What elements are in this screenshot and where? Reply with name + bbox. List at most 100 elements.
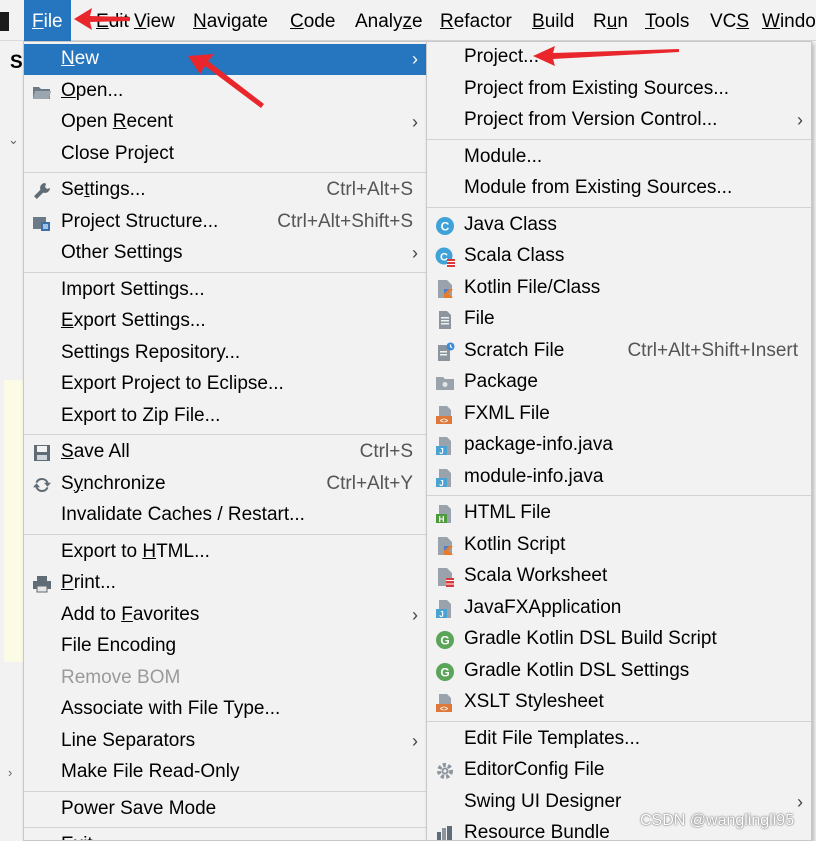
new_submenu-item-html-file[interactable]: H HTML File [427, 498, 811, 529]
menu-item-label: Project... [464, 46, 539, 67]
new_submenu-item-scala-class[interactable]: C Scala Class [427, 241, 811, 272]
menu-file[interactable]: File [24, 0, 71, 41]
menu-item-label: Kotlin Script [464, 533, 566, 555]
menu-item-label: Add to Favorites [61, 603, 200, 625]
file_menu-item-save-all[interactable]: Save All Ctrl+S [24, 437, 426, 468]
menu-item-label: Print... [61, 572, 116, 593]
menu-view[interactable]: View [126, 0, 183, 41]
chevron-right-icon: › [412, 112, 418, 132]
new_submenu-item-package[interactable]: Package [427, 367, 811, 398]
editor-highlight-strip [4, 380, 24, 662]
tool-window-title: S [10, 52, 23, 73]
menu-code[interactable]: Code [282, 0, 343, 41]
shortcut-label: Ctrl+S [359, 441, 413, 462]
file_menu-item-open[interactable]: Open... [24, 76, 426, 107]
menu-item-label: Scala Worksheet [464, 565, 608, 586]
new_submenu-item-module-from-existing-sources[interactable]: Module from Existing Sources... [427, 173, 811, 204]
menu-item-label: Edit File Templates... [464, 727, 641, 749]
menu-item-label: Close Project [61, 142, 174, 164]
svg-text:C: C [441, 219, 450, 233]
file_menu-item-exit[interactable]: Exit [24, 830, 426, 840]
menu-analyze[interactable]: Analyze [347, 0, 431, 41]
gradle-icon: G [435, 662, 455, 682]
file_menu-item-close-project[interactable]: Close Project [24, 139, 426, 170]
new_submenu-item-fxml-file[interactable]: <> FXML File [427, 399, 811, 430]
svg-text:<>: <> [440, 418, 448, 425]
menu-window[interactable]: Window [754, 0, 816, 41]
menu-refactor[interactable]: Refactor [432, 0, 520, 41]
new_submenu-item-file[interactable]: File [427, 304, 811, 335]
menu-item-label: Synchronize [61, 472, 166, 494]
menu-item-label: Module from Existing Sources... [464, 177, 733, 198]
gradle-icon: G [435, 630, 455, 650]
file_menu-item-new[interactable]: New › [24, 44, 426, 75]
resource-bundle-icon [435, 824, 455, 840]
file_menu-item-file-encoding[interactable]: File Encoding [24, 631, 426, 662]
menu-navigate[interactable]: Navigate [185, 0, 276, 41]
file_menu-item-export-settings[interactable]: Export Settings... [24, 306, 426, 337]
java-file-icon: J [435, 468, 455, 488]
menu-run[interactable]: Run [585, 0, 636, 41]
new_submenu-item-java-class[interactable]: C Java Class [427, 210, 811, 241]
file_menu-item-export-to-zip-file[interactable]: Export to Zip File... [24, 401, 426, 432]
file_menu-item-associate-with-file-type[interactable]: Associate with File Type... [24, 694, 426, 725]
chevron-right-icon: › [412, 243, 418, 263]
menu-vcs[interactable]: VCS [702, 0, 757, 41]
menu-item-label: Scratch File [464, 339, 565, 361]
new_submenu-item-module[interactable]: Module... [427, 142, 811, 173]
menu-item-label: Other Settings [61, 242, 183, 263]
file_menu-item-line-separators[interactable]: Line Separators › [24, 726, 426, 757]
scala-class-icon: C [435, 247, 455, 267]
project-structure-icon [32, 213, 52, 233]
new_submenu-item-project[interactable]: Project... [427, 42, 811, 73]
menu-tools[interactable]: Tools [637, 0, 697, 41]
java-file-icon: J [435, 599, 455, 619]
menu-item-label: Line Separators [61, 729, 196, 751]
new_submenu-item-xslt-stylesheet[interactable]: <> XSLT Stylesheet [427, 687, 811, 718]
file_menu-item-project-structure[interactable]: Project Structure... Ctrl+Alt+Shift+S [24, 207, 426, 238]
new_submenu-item-module-info-java[interactable]: Jmodule-info.java [427, 462, 811, 493]
menu-separator [427, 720, 811, 722]
file_menu-item-other-settings[interactable]: Other Settings › [24, 238, 426, 269]
new_submenu-item-editorconfig-file[interactable]: EditorConfig File [427, 755, 811, 786]
menu-item-label: Export Project to Eclipse... [61, 373, 284, 394]
file_menu-item-add-to-favorites[interactable]: Add to Favorites › [24, 600, 426, 631]
collapse-chevron-icon[interactable]: › [8, 765, 12, 780]
file_menu-item-export-to-html[interactable]: Export to HTML... [24, 537, 426, 568]
file_menu-item-open-recent[interactable]: Open Recent › [24, 107, 426, 138]
new_submenu-item-kotlin-file-class[interactable]: Kotlin File/Class [427, 273, 811, 304]
new_submenu-item-scratch-file[interactable]: Scratch File Ctrl+Alt+Shift+Insert [427, 336, 811, 367]
new_submenu-item-scala-worksheet[interactable]: Scala Worksheet [427, 561, 811, 592]
file_menu-item-power-save-mode[interactable]: Power Save Mode [24, 794, 426, 825]
file_menu-item-settings[interactable]: Settings... Ctrl+Alt+S [24, 175, 426, 206]
file_menu-item-make-file-read-only[interactable]: Make File Read-Only [24, 757, 426, 788]
new_submenu-item-gradle-kotlin-dsl-build-script[interactable]: G Gradle Kotlin DSL Build Script [427, 624, 811, 655]
new_submenu-item-gradle-kotlin-dsl-settings[interactable]: G Gradle Kotlin DSL Settings [427, 656, 811, 687]
new_submenu-item-kotlin-script[interactable]: Kotlin Script [427, 530, 811, 561]
file_menu-item-settings-repository[interactable]: Settings Repository... [24, 338, 426, 369]
file_menu-item-import-settings[interactable]: Import Settings... [24, 275, 426, 306]
file_menu-item-print[interactable]: Print... [24, 568, 426, 599]
file_menu-item-export-project-to-eclipse[interactable]: Export Project to Eclipse... [24, 369, 426, 400]
menu-separator [427, 495, 811, 496]
file_menu-item-synchronize[interactable]: Synchronize Ctrl+Alt+Y [24, 469, 426, 500]
new_submenu-item-project-from-version-control[interactable]: Project from Version Control... › [427, 105, 811, 136]
menu-build[interactable]: Build [524, 0, 582, 41]
new_submenu-item-edit-file-templates[interactable]: Edit File Templates... [427, 724, 811, 755]
menu-item-label: Remove BOM [61, 666, 181, 688]
file_menu-item-remove-bom: Remove BOM [24, 663, 426, 694]
menu-item-label: package-info.java [464, 434, 613, 455]
app-icon [0, 12, 9, 31]
file_menu-item-invalidate-caches-restart[interactable]: Invalidate Caches / Restart... [24, 500, 426, 531]
file-icon [435, 310, 455, 330]
new_submenu-item-package-info-java[interactable]: Jpackage-info.java [427, 430, 811, 461]
xslt-icon: <> [435, 693, 455, 713]
new_submenu-item-project-from-existing-sources[interactable]: Project from Existing Sources... [427, 74, 811, 105]
menu-item-label: Export Settings... [61, 310, 206, 331]
scratch-file-icon [435, 342, 455, 362]
chevron-right-icon: › [412, 49, 418, 69]
file-menu: New › Open... Open Recent › Close Project Sett… [23, 41, 427, 841]
expand-chevron-icon[interactable]: ⌄ [8, 132, 19, 148]
new_submenu-item-javafxapplication[interactable]: J JavaFXApplication [427, 593, 811, 624]
java-file-icon: J [435, 436, 455, 456]
